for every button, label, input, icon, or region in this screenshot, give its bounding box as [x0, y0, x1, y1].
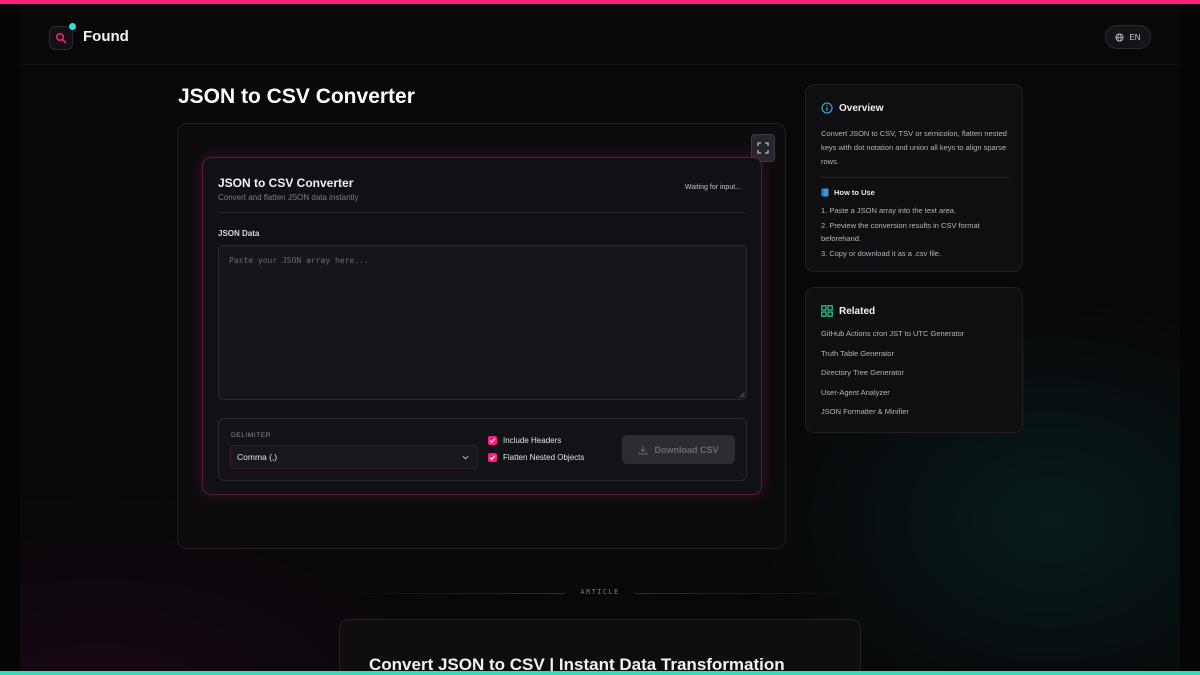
delimiter-label: DELIMITER: [231, 432, 272, 439]
delimiter-value: Comma (,): [237, 452, 278, 462]
site-header: Found EN: [20, 4, 1180, 65]
include-headers-option[interactable]: Include Headers: [488, 436, 561, 445]
article-card: Convert JSON to CSV | Instant Data Trans…: [339, 619, 861, 675]
howto-title: How to Use: [834, 188, 875, 197]
related-list: GitHub Actions cron JST to UTC Generator…: [821, 329, 964, 427]
info-icon: [821, 102, 833, 114]
howto-step: 3. Copy or download it as a .csv file.: [821, 248, 942, 258]
options-panel: DELIMITER Comma (,) Include Headers Flat…: [218, 418, 747, 481]
related-link[interactable]: JSON Formatter & Minifier: [821, 407, 964, 427]
converter-subtitle: Convert and flatten JSON data instantly: [218, 193, 359, 202]
logo-dot: [69, 23, 76, 30]
brand-name[interactable]: Found: [83, 28, 129, 45]
howto-step: 2. Preview the conversion results in CSV…: [821, 220, 980, 244]
divider: [821, 177, 1009, 178]
include-headers-label: Include Headers: [503, 436, 562, 445]
language-label: EN: [1129, 32, 1141, 42]
related-link[interactable]: User-Agent Analyzer: [821, 388, 964, 408]
flatten-nested-checkbox[interactable]: [488, 453, 497, 462]
page-title: JSON to CSV Converter: [178, 85, 415, 108]
converter-title: JSON to CSV Converter: [218, 176, 354, 190]
download-csv-button[interactable]: Download CSV: [622, 435, 735, 464]
json-input[interactable]: [218, 245, 747, 400]
chevron-down-icon: [462, 455, 469, 460]
converter-card: JSON to CSV Converter Convert and flatte…: [202, 157, 762, 495]
related-heading: Related: [821, 305, 875, 317]
divider: [218, 212, 746, 213]
right-margin: [1180, 4, 1200, 671]
related-title: Related: [839, 305, 876, 317]
howto-heading: How to Use: [821, 188, 875, 197]
language-button[interactable]: EN: [1105, 25, 1151, 49]
article-label: ARTICLE: [580, 588, 620, 596]
check-icon: [489, 455, 496, 461]
overview-text: Convert JSON to CSV, TSV or semicolon, f…: [821, 129, 1007, 166]
logo[interactable]: [49, 23, 76, 50]
expand-icon: [757, 142, 769, 154]
flatten-nested-label: Flatten Nested Objects: [503, 453, 585, 462]
grid-icon: [821, 305, 833, 317]
check-icon: [489, 438, 496, 444]
left-margin: [0, 4, 20, 671]
related-link[interactable]: Directory Tree Generator: [821, 368, 964, 388]
app-frame: Found EN JSON to CSV Converter JSON to C…: [0, 0, 1200, 675]
download-label: Download CSV: [654, 444, 719, 455]
related-link[interactable]: Truth Table Generator: [821, 349, 964, 369]
json-data-label: JSON Data: [218, 229, 260, 238]
overview-heading: Overview: [821, 102, 883, 114]
bottom-accent-bar: [0, 671, 1200, 675]
download-icon: [639, 445, 648, 454]
globe-icon: [1115, 32, 1124, 42]
overview-title: Overview: [839, 102, 884, 114]
overview-card: Overview Convert JSON to CSV, TSV or sem…: [805, 84, 1023, 272]
howto-step: 1. Paste a JSON array into the text area…: [821, 206, 957, 215]
status-text: Waiting for input...: [684, 184, 741, 191]
search-icon: [55, 32, 67, 44]
delimiter-select[interactable]: Comma (,): [230, 445, 478, 469]
article-divider-right: [635, 593, 850, 594]
tool-container: JSON to CSV Converter Convert and flatte…: [177, 123, 786, 549]
flatten-nested-option[interactable]: Flatten Nested Objects: [488, 453, 584, 462]
howto-steps: 1. Paste a JSON array into the text area…: [821, 204, 1011, 261]
related-card: Related GitHub Actions cron JST to UTC G…: [805, 287, 1023, 433]
include-headers-checkbox[interactable]: [488, 436, 497, 445]
book-icon: [821, 188, 829, 197]
resize-handle-icon[interactable]: [739, 392, 745, 398]
related-link[interactable]: GitHub Actions cron JST to UTC Generator: [821, 329, 964, 349]
